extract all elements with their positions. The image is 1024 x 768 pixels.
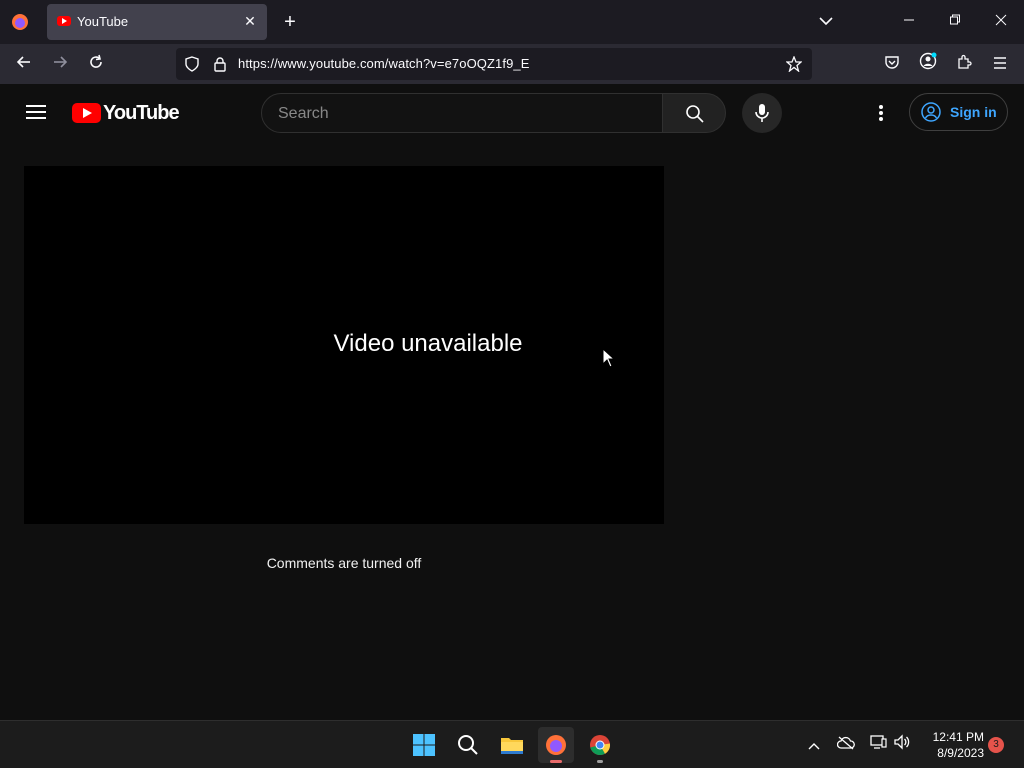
windows-start-icon[interactable] <box>406 727 442 763</box>
url-bar[interactable]: https://www.youtube.com/watch?v=e7oOQZ1f… <box>176 48 812 80</box>
microphone-icon <box>754 103 770 123</box>
app-menu-icon[interactable] <box>986 50 1014 78</box>
search-input[interactable] <box>278 103 648 125</box>
youtube-header: YouTube Sign in <box>0 84 1024 142</box>
video-unavailable-message: Video unavailable <box>333 330 523 357</box>
youtube-favicon-icon <box>57 16 71 26</box>
youtube-play-icon <box>72 103 101 123</box>
guide-menu-icon[interactable] <box>24 102 48 122</box>
onedrive-cloud-icon[interactable] <box>834 733 858 757</box>
list-all-tabs-icon[interactable] <box>811 8 841 36</box>
taskbar-search-icon[interactable] <box>450 727 486 763</box>
bookmark-star-icon[interactable] <box>785 55 803 73</box>
search-box <box>261 93 663 133</box>
tracking-protection-shield-icon[interactable] <box>184 56 200 72</box>
show-hidden-icons-chevron-icon[interactable] <box>802 733 826 757</box>
restore-icon[interactable] <box>940 8 970 36</box>
pocket-icon[interactable] <box>878 50 906 78</box>
forward-arrow-icon[interactable] <box>46 50 74 78</box>
tab-title: YouTube <box>77 14 129 29</box>
network-icon[interactable] <box>866 733 890 757</box>
settings-more-icon[interactable] <box>866 98 896 128</box>
lock-icon[interactable] <box>212 56 228 72</box>
clock-date: 8/9/2023 <box>937 746 984 760</box>
volume-icon[interactable] <box>890 733 914 757</box>
reload-icon[interactable] <box>82 50 110 78</box>
browser-tab-bar: YouTube ✕ + <box>0 0 1024 44</box>
user-avatar-icon <box>921 102 941 122</box>
url-text[interactable]: https://www.youtube.com/watch?v=e7oOQZ1f… <box>238 56 530 71</box>
video-player[interactable]: Video unavailable <box>24 166 664 524</box>
notification-badge[interactable]: 3 <box>988 737 1004 753</box>
clock[interactable]: 12:41 PM 8/9/2023 <box>920 729 984 761</box>
extensions-icon[interactable] <box>950 50 978 78</box>
chrome-taskbar-icon[interactable] <box>582 727 618 763</box>
new-tab-icon[interactable]: + <box>275 8 305 36</box>
mouse-cursor <box>602 347 616 368</box>
firefox-taskbar-icon[interactable] <box>538 727 574 763</box>
comments-status: Comments are turned off <box>266 555 422 571</box>
youtube-logo[interactable]: YouTube <box>72 102 182 124</box>
search-icon <box>685 104 705 124</box>
windows-taskbar: 12:41 PM 8/9/2023 3 <box>0 720 1024 768</box>
voice-search-button[interactable] <box>742 93 782 133</box>
clock-time: 12:41 PM <box>932 730 984 744</box>
back-arrow-icon[interactable] <box>10 50 38 78</box>
file-explorer-icon[interactable] <box>494 727 530 763</box>
minimize-icon[interactable] <box>894 8 924 36</box>
search-button[interactable] <box>662 93 726 133</box>
close-window-icon[interactable] <box>986 8 1016 36</box>
tab-youtube[interactable]: YouTube ✕ <box>47 4 267 40</box>
close-tab-icon[interactable]: ✕ <box>241 12 259 30</box>
browser-nav-bar: https://www.youtube.com/watch?v=e7oOQZ1f… <box>0 44 1024 84</box>
youtube-logo-text: YouTube <box>103 102 180 124</box>
sign-in-button[interactable]: Sign in <box>909 93 1008 131</box>
sign-in-label: Sign in <box>950 104 997 120</box>
firefox-view-icon[interactable] <box>10 12 30 32</box>
account-icon[interactable] <box>914 50 942 78</box>
